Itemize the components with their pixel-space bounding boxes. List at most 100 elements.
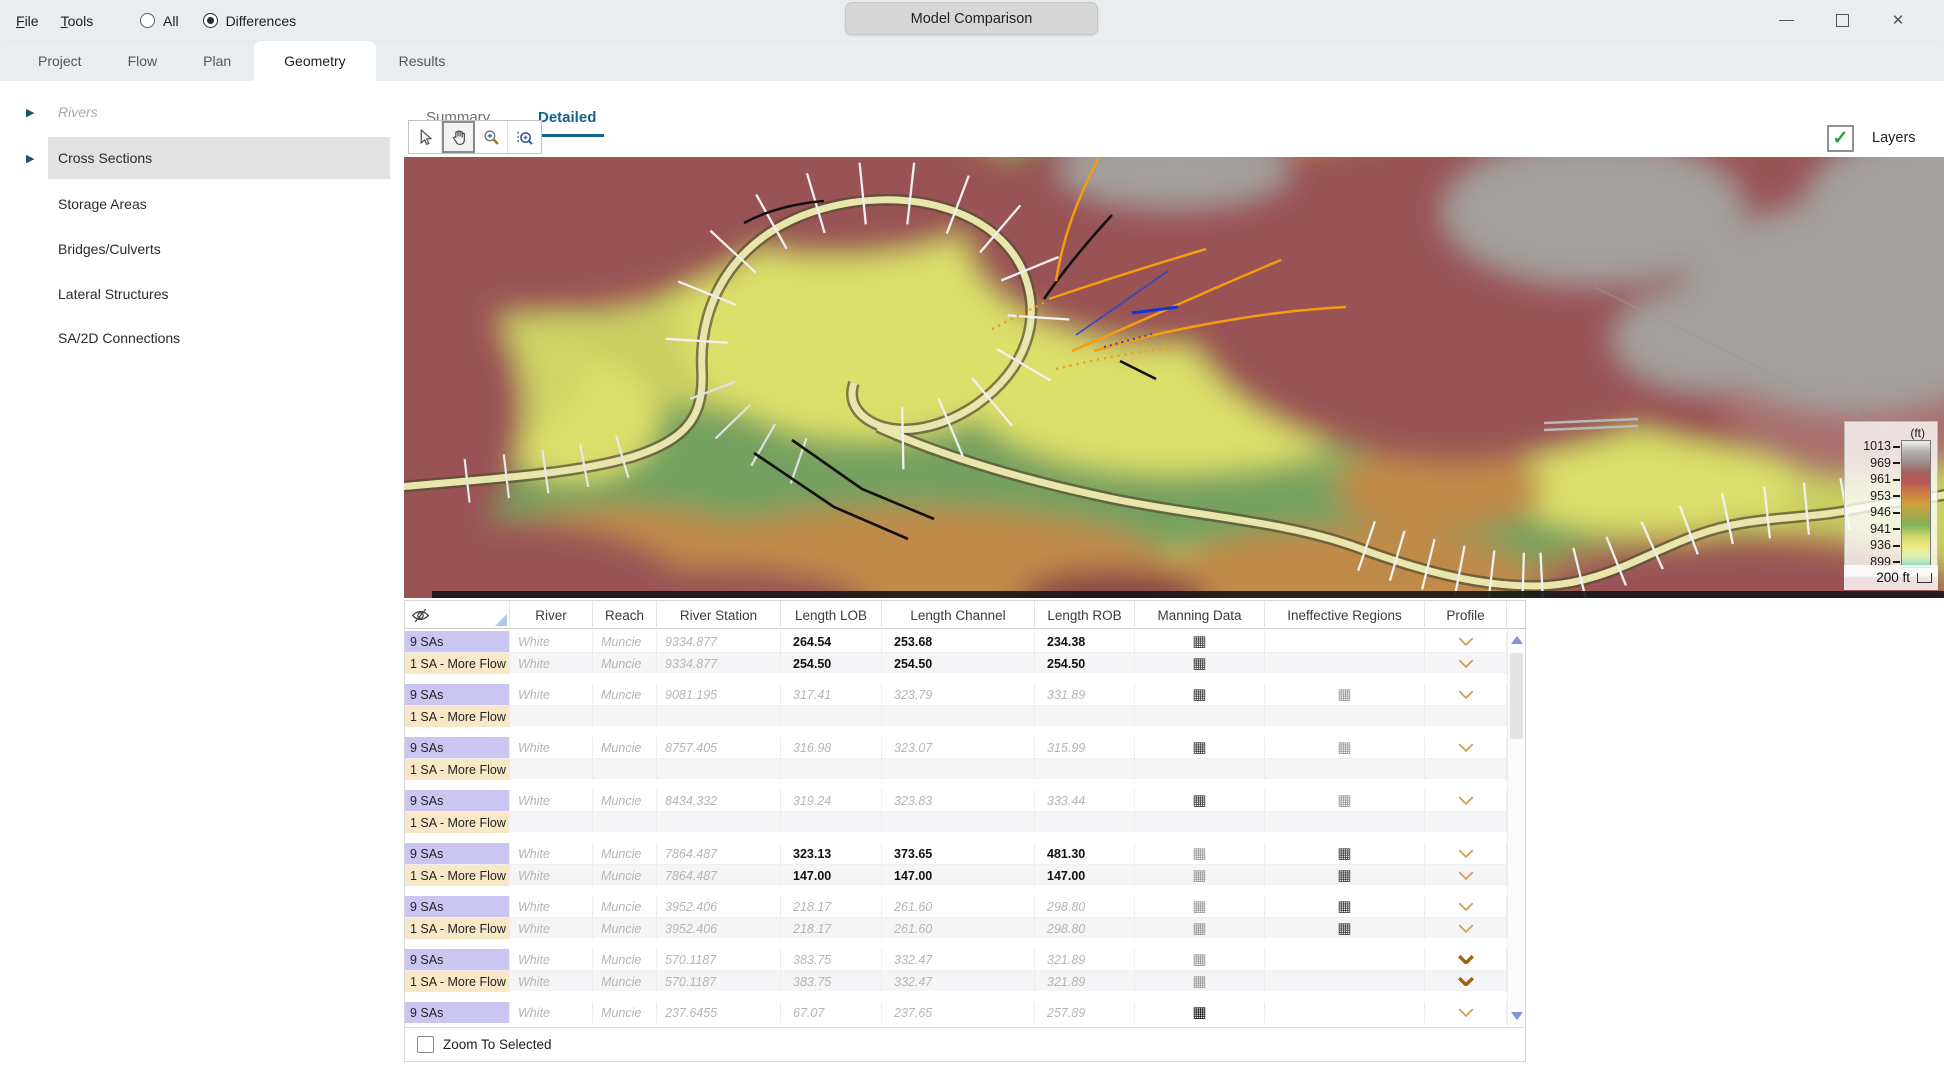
table-row[interactable]: 1 SA - More Flow White Muncie 7864.487 1…: [405, 864, 1507, 885]
manning-data-cell[interactable]: ▦: [1135, 653, 1265, 674]
profile-cell[interactable]: [1425, 949, 1507, 970]
profile-cell[interactable]: [1425, 684, 1507, 705]
sidebar-item[interactable]: ▶ Rivers: [0, 97, 404, 127]
manning-data-cell[interactable]: ▦: [1135, 631, 1265, 652]
ineffective-regions-cell[interactable]: ▦: [1265, 1002, 1425, 1023]
pan-hand-tool-button[interactable]: [442, 121, 475, 153]
ineffective-regions-cell[interactable]: ▦: [1265, 865, 1425, 886]
table-row[interactable]: 1 SA - More Flow ▦ ▦: [405, 758, 1507, 779]
sidebar-item[interactable]: ▶ Storage Areas: [0, 189, 404, 219]
manning-data-cell[interactable]: ▦: [1135, 949, 1265, 970]
zoom-to-selected-checkbox[interactable]: [417, 1036, 434, 1053]
ineffective-regions-cell[interactable]: ▦: [1265, 918, 1425, 939]
manning-data-cell[interactable]: ▦: [1135, 971, 1265, 992]
profile-cell[interactable]: [1425, 896, 1507, 917]
column-header[interactable]: Length ROB: [1035, 601, 1135, 629]
filter-radio[interactable]: All: [140, 13, 179, 29]
zoom-window-tool-button[interactable]: [508, 121, 541, 153]
profile-cell[interactable]: [1425, 706, 1507, 727]
profile-cell[interactable]: [1425, 631, 1507, 652]
nav-tab[interactable]: Results: [376, 41, 469, 81]
column-header[interactable]: Profile: [1425, 601, 1507, 629]
sidebar-item[interactable]: ▶ Cross Sections: [0, 143, 404, 173]
view-tab[interactable]: Detailed: [538, 100, 596, 134]
profile-cell[interactable]: [1425, 843, 1507, 864]
table-row[interactable]: 9 SAs White Muncie 7864.487 323.13 373.6…: [405, 843, 1507, 864]
ineffective-regions-cell[interactable]: ▦: [1265, 684, 1425, 705]
manning-data-cell[interactable]: ▦: [1135, 706, 1265, 727]
table-row[interactable]: 1 SA - More Flow White Muncie 3952.406 2…: [405, 917, 1507, 938]
ineffective-regions-cell[interactable]: ▦: [1265, 759, 1425, 780]
profile-cell[interactable]: [1425, 812, 1507, 833]
manning-data-cell[interactable]: ▦: [1135, 759, 1265, 780]
manning-data-cell[interactable]: ▦: [1135, 790, 1265, 811]
ineffective-regions-cell[interactable]: ▦: [1265, 971, 1425, 992]
table-row[interactable]: 1 SA - More Flow ▦ ▦: [405, 811, 1507, 832]
column-header[interactable]: Length Channel: [882, 601, 1035, 629]
profile-cell[interactable]: [1425, 1002, 1507, 1023]
layers-label[interactable]: Layers: [1872, 130, 1916, 146]
ineffective-regions-cell[interactable]: ▦: [1265, 843, 1425, 864]
minimize-button[interactable]: [1768, 7, 1804, 34]
column-header[interactable]: Reach: [593, 601, 657, 629]
manning-data-cell[interactable]: ▦: [1135, 737, 1265, 758]
profile-cell[interactable]: [1425, 971, 1507, 992]
scroll-up-button[interactable]: [1508, 631, 1525, 649]
nav-tab[interactable]: Flow: [105, 41, 181, 81]
table-row[interactable]: 9 SAs White Muncie 3952.406 218.17 261.6…: [405, 896, 1507, 917]
profile-cell[interactable]: [1425, 790, 1507, 811]
manning-data-cell[interactable]: ▦: [1135, 865, 1265, 886]
sidebar-item[interactable]: ▶ Lateral Structures: [0, 279, 404, 309]
layers-checkbox[interactable]: ✓: [1827, 125, 1854, 152]
column-header[interactable]: Manning Data: [1135, 601, 1265, 629]
sidebar-item[interactable]: ▶ Bridges/Culverts: [0, 234, 404, 264]
zoom-in-tool-button[interactable]: [475, 121, 508, 153]
scrollbar-thumb[interactable]: [1510, 653, 1523, 739]
nav-tab[interactable]: Project: [15, 41, 105, 81]
scroll-down-button[interactable]: [1508, 1007, 1525, 1025]
menu-item[interactable]: File: [16, 13, 39, 29]
expand-arrow-icon[interactable]: ▶: [26, 106, 34, 119]
table-row[interactable]: 1 SA - More Flow ▦ ▦: [405, 705, 1507, 726]
manning-data-cell[interactable]: ▦: [1135, 843, 1265, 864]
select-cursor-tool-button[interactable]: [409, 121, 442, 153]
column-header[interactable]: River: [510, 601, 593, 629]
table-row[interactable]: 9 SAs White Muncie 8434.332 319.24 323.8…: [405, 790, 1507, 811]
table-row[interactable]: 1 SA - More Flow White Muncie 570.1187 3…: [405, 970, 1507, 991]
table-row[interactable]: 9 SAs White Muncie 237.6455 67.07 237.65…: [405, 1002, 1507, 1023]
ineffective-regions-cell[interactable]: ▦: [1265, 812, 1425, 833]
ineffective-regions-cell[interactable]: ▦: [1265, 737, 1425, 758]
visibility-column-header[interactable]: [405, 601, 510, 629]
table-row[interactable]: 9 SAs White Muncie 9334.877 264.54 253.6…: [405, 631, 1507, 652]
manning-data-cell[interactable]: ▦: [1135, 812, 1265, 833]
ineffective-regions-cell[interactable]: ▦: [1265, 949, 1425, 970]
sidebar-item[interactable]: ▶ SA/2D Connections: [0, 323, 404, 353]
table-row[interactable]: 9 SAs White Muncie 9081.195 317.41 323.7…: [405, 684, 1507, 705]
profile-cell[interactable]: [1425, 737, 1507, 758]
terrain-map[interactable]: (ft) 1013969961953946941936899 200 ft: [404, 157, 1944, 598]
column-header[interactable]: Ineffective Regions: [1265, 601, 1425, 629]
ineffective-regions-cell[interactable]: ▦: [1265, 896, 1425, 917]
profile-cell[interactable]: [1425, 918, 1507, 939]
manning-data-cell[interactable]: ▦: [1135, 1002, 1265, 1023]
table-row[interactable]: 9 SAs White Muncie 8757.405 316.98 323.0…: [405, 737, 1507, 758]
profile-cell[interactable]: [1425, 865, 1507, 886]
manning-data-cell[interactable]: ▦: [1135, 918, 1265, 939]
close-button[interactable]: ✕: [1880, 7, 1916, 34]
nav-tab[interactable]: Plan: [180, 41, 254, 81]
maximize-button[interactable]: [1824, 7, 1860, 34]
ineffective-regions-cell[interactable]: ▦: [1265, 631, 1425, 652]
nav-tab[interactable]: Geometry: [254, 41, 375, 81]
menu-item[interactable]: Tools: [61, 13, 94, 29]
ineffective-regions-cell[interactable]: ▦: [1265, 790, 1425, 811]
profile-cell[interactable]: [1425, 759, 1507, 780]
expand-arrow-icon[interactable]: ▶: [26, 152, 34, 165]
ineffective-regions-cell[interactable]: ▦: [1265, 653, 1425, 674]
ineffective-regions-cell[interactable]: ▦: [1265, 706, 1425, 727]
column-header[interactable]: River Station: [657, 601, 781, 629]
manning-data-cell[interactable]: ▦: [1135, 896, 1265, 917]
profile-cell[interactable]: [1425, 653, 1507, 674]
table-row[interactable]: 9 SAs White Muncie 570.1187 383.75 332.4…: [405, 949, 1507, 970]
table-row[interactable]: 1 SA - More Flow White Muncie 9334.877 2…: [405, 652, 1507, 673]
filter-radio[interactable]: Differences: [203, 13, 297, 29]
